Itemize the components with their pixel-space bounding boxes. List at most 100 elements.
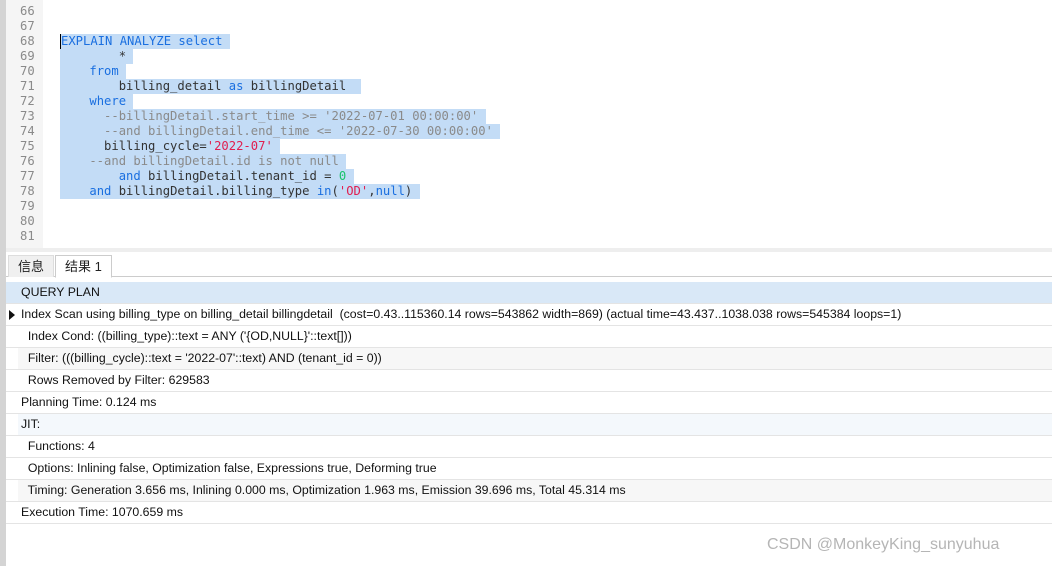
tab-info[interactable]: 信息: [8, 255, 55, 277]
row-indicator[interactable]: [6, 370, 18, 391]
line-number: 81: [20, 229, 35, 243]
code-text: --billingDetail.start_time >= '2022-07-0…: [60, 109, 486, 124]
query-plan-cell[interactable]: Timing: Generation 3.656 ms, Inlining 0.…: [21, 480, 626, 501]
query-plan-cell[interactable]: Filter: (((billing_cycle)::text = '2022-…: [21, 348, 382, 369]
line-number: 70: [20, 64, 35, 78]
code-token: *: [60, 49, 134, 63]
code-line[interactable]: 81: [6, 229, 1052, 244]
code-token: in: [316, 184, 332, 198]
query-plan-cell[interactable]: JIT:: [21, 414, 40, 435]
watermark: CSDN @MonkeyKing_sunyuhua: [767, 536, 1000, 553]
table-row[interactable]: Timing: Generation 3.656 ms, Inlining 0.…: [6, 480, 1052, 502]
code-text: *: [60, 49, 134, 64]
code-text: billing_cycle='2022-07': [60, 139, 281, 154]
code-text: --and billingDetail.id is not null: [60, 154, 347, 169]
code-token: and: [118, 169, 141, 183]
code-line[interactable]: 77 and billingDetail.tenant_id = 0: [6, 169, 1052, 184]
code-token: billingDetail.tenant_id =: [140, 169, 339, 183]
line-number: 79: [20, 199, 35, 213]
line-number: 78: [20, 184, 35, 198]
line-number: 74: [20, 124, 35, 138]
row-indicator[interactable]: [6, 392, 18, 413]
query-plan-cell[interactable]: Options: Inlining false, Optimization fa…: [21, 458, 437, 479]
code-line[interactable]: 71 billing_detail as billingDetail: [6, 79, 1052, 94]
query-plan-cell[interactable]: Rows Removed by Filter: 629583: [21, 370, 210, 391]
line-number: 73: [20, 109, 35, 123]
code-token: --and billingDetail.end_time <= '2022-07…: [60, 124, 501, 138]
code-line[interactable]: 73 --billingDetail.start_time >= '2022-0…: [6, 109, 1052, 124]
column-header-query-plan[interactable]: QUERY PLAN: [6, 282, 1052, 304]
code-text: --and billingDetail.end_time <= '2022-07…: [60, 124, 501, 139]
sql-editor[interactable]: 66 67 68 EXPLAIN ANALYZE select 69 * 70 fro…: [6, 0, 1052, 248]
current-row-arrow-icon: [9, 310, 15, 320]
result-tabs: 信息 结果 1: [6, 252, 1052, 278]
code-line[interactable]: 70 from: [6, 64, 1052, 79]
table-row[interactable]: Planning Time: 0.124 ms: [6, 392, 1052, 414]
code-token: EXPLAIN ANALYZE select: [61, 34, 230, 48]
code-token: from: [89, 64, 127, 78]
code-line[interactable]: 75 billing_cycle='2022-07': [6, 139, 1052, 154]
table-row[interactable]: Rows Removed by Filter: 629583: [6, 370, 1052, 392]
code-line[interactable]: 66: [6, 4, 1052, 19]
row-indicator[interactable]: [6, 458, 18, 479]
code-line[interactable]: 80: [6, 214, 1052, 229]
line-number: 67: [20, 19, 35, 33]
line-number: 66: [20, 4, 35, 18]
code-token: null: [375, 184, 405, 198]
code-text: where: [60, 94, 134, 109]
code-token: billingDetail.billing_type: [111, 184, 317, 198]
code-line[interactable]: 68 EXPLAIN ANALYZE select: [6, 34, 1052, 49]
code-token: billing_detail: [60, 79, 229, 93]
code-text: from: [60, 64, 127, 79]
row-indicator[interactable]: [6, 414, 18, 435]
code-token: 'OD': [338, 184, 369, 198]
table-row[interactable]: Functions: 4: [6, 436, 1052, 458]
tab-result-1[interactable]: 结果 1: [55, 255, 112, 278]
line-number: 76: [20, 154, 35, 168]
code-token: --billingDetail.start_time >= '2022-07-0…: [60, 109, 486, 123]
code-token: and: [89, 184, 112, 198]
query-plan-cell[interactable]: Index Scan using billing_type on billing…: [21, 304, 901, 325]
line-number: 77: [20, 169, 35, 183]
table-row[interactable]: Options: Inlining false, Optimization fa…: [6, 458, 1052, 480]
table-row[interactable]: JIT:: [6, 414, 1052, 436]
table-row[interactable]: Index Scan using billing_type on billing…: [6, 304, 1052, 326]
line-number: 69: [20, 49, 35, 63]
code-token: '2022-07': [206, 139, 273, 153]
table-row[interactable]: Index Cond: ((billing_type)::text = ANY …: [6, 326, 1052, 348]
result-grid[interactable]: QUERY PLAN Index Scan using billing_type…: [6, 282, 1052, 524]
query-plan-cell[interactable]: Index Cond: ((billing_type)::text = ANY …: [21, 326, 352, 347]
query-plan-cell[interactable]: Execution Time: 1070.659 ms: [21, 502, 183, 523]
code-line[interactable]: 78 and billingDetail.billing_type in('OD…: [6, 184, 1052, 199]
line-number: 75: [20, 139, 35, 153]
code-line[interactable]: 67: [6, 19, 1052, 34]
code-token: where: [89, 94, 134, 108]
code-token: --and billingDetail.id is not null: [60, 154, 347, 168]
row-indicator[interactable]: [6, 436, 18, 457]
code-line[interactable]: 72 where: [6, 94, 1052, 109]
code-line[interactable]: 76 --and billingDetail.id is not null: [6, 154, 1052, 169]
code-token: ): [404, 184, 420, 198]
row-indicator[interactable]: [6, 304, 18, 325]
row-indicator[interactable]: [6, 502, 18, 523]
table-row[interactable]: Filter: (((billing_cycle)::text = '2022-…: [6, 348, 1052, 370]
row-indicator[interactable]: [6, 480, 18, 501]
code-line[interactable]: 74 --and billingDetail.end_time <= '2022…: [6, 124, 1052, 139]
line-number: 72: [20, 94, 35, 108]
row-indicator[interactable]: [6, 348, 18, 369]
code-line[interactable]: 69 *: [6, 49, 1052, 64]
line-number: 71: [20, 79, 35, 93]
code-text: EXPLAIN ANALYZE select: [60, 34, 230, 49]
code-line[interactable]: 79: [6, 199, 1052, 214]
code-token: billingDetail: [243, 79, 361, 93]
query-plan-cell[interactable]: Functions: 4: [21, 436, 95, 457]
row-indicator[interactable]: [6, 326, 18, 347]
query-plan-cell[interactable]: Planning Time: 0.124 ms: [21, 392, 156, 413]
line-number: 68: [20, 34, 35, 48]
table-row[interactable]: Execution Time: 1070.659 ms: [6, 502, 1052, 524]
